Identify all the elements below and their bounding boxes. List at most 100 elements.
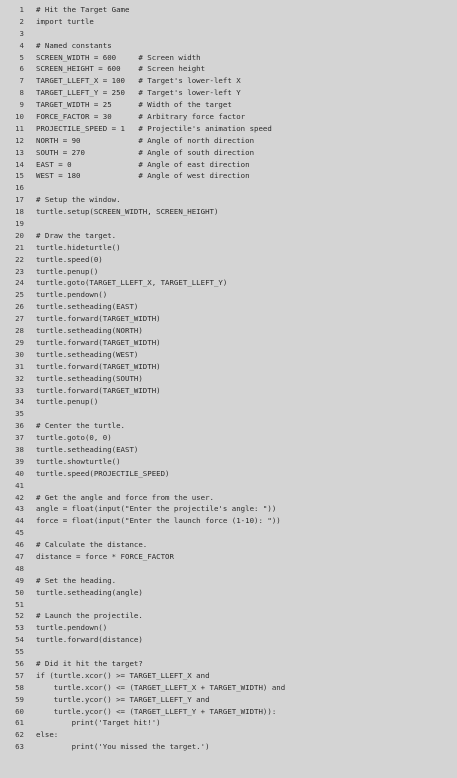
line-number: 62 [15,730,24,740]
code-line: 37 turtle.goto(0, 0) [0,432,457,444]
line-number: 55 [15,647,24,657]
code-line: 50 turtle.setheading(angle) [0,587,457,599]
code-line: 14 EAST = 0 # Angle of east direction [0,159,457,171]
line-number: 20 [15,230,24,240]
line-number: 39 [15,456,24,466]
code-line: 55 [0,646,457,658]
code-line: 30 turtle.setheading(WEST) [0,349,457,361]
code-text: turtle.pendown() [36,290,108,300]
code-text: turtle.setheading(WEST) [36,349,139,359]
line-number: 42 [15,492,24,502]
code-line: 59 turtle.ycor() >= TARGET_LLEFT_Y and [0,694,457,706]
code-line: 8 TARGET_LLEFT_Y = 250 # Target's lower-l… [0,87,457,99]
code-text: TARGET_WIDTH = 25 # Width of the target [36,100,232,110]
code-line: 17 # Setup the window. [0,194,457,206]
code-line: 26 turtle.setheading(EAST) [0,301,457,313]
code-text: turtle.pendown() [36,623,108,633]
code-line: 23 turtle.penup() [0,266,457,278]
code-line: 22 turtle.speed(0) [0,254,457,266]
code-line: 6 SCREEN_HEIGHT = 600 # Screen height [0,63,457,75]
code-text: turtle.penup() [36,266,99,276]
line-number: 3 [19,28,24,38]
line-number: 43 [15,504,24,514]
line-number: 25 [15,290,24,300]
code-text: # Draw the target. [36,230,117,240]
code-line: 34 turtle.penup() [0,396,457,408]
line-number: 33 [15,385,24,395]
line-number: 22 [15,254,24,264]
code-text: # Hit the Target Game [36,5,130,14]
code-line: 38 turtle.setheading(EAST) [0,444,457,456]
code-text: else: [36,730,59,740]
line-number: 31 [15,361,24,371]
line-number: 46 [15,540,24,550]
code-line: 24 turtle.goto(TARGET_LLEFT_X, TARGET_LLE… [0,277,457,289]
line-number: 5 [19,52,24,62]
code-line: 21 turtle.hideturtle() [0,242,457,254]
line-number: 11 [15,123,24,133]
code-line: 19 [0,218,457,230]
code-text: turtle.forward(distance) [36,635,143,645]
code-line: 53 turtle.pendown() [0,622,457,634]
code-text: turtle.setheading(NORTH) [36,326,143,336]
code-text: turtle.setheading(angle) [36,587,143,597]
code-text: turtle.speed(0) [36,254,103,264]
code-line: 42 # Get the angle and force from the use… [0,492,457,504]
code-text: FORCE_FACTOR = 30 # Arbitrary force fact… [36,112,246,122]
line-number: 15 [15,171,24,181]
code-line: 4 # Named constants [0,40,457,52]
code-text: turtle.setup(SCREEN_WIDTH, SCREEN_HEIGHT… [36,207,219,217]
code-text: turtle.forward(TARGET_WIDTH) [36,314,161,324]
line-number: 54 [15,635,24,645]
code-line: 52 # Launch the projectile. [0,610,457,622]
line-number: 41 [15,480,24,490]
code-line: 54 turtle.forward(distance) [0,634,457,646]
code-text: TARGET_LLEFT_Y = 250 # Target's lower-le… [36,88,241,98]
line-number: 12 [15,135,24,145]
code-line: 63 print('You missed the target.') [0,741,457,753]
code-text: SCREEN_HEIGHT = 600 # Screen height [36,64,206,74]
code-line: 10 FORCE_FACTOR = 30 # Arbitrary force fa… [0,111,457,123]
code-text: turtle.ycor() <= (TARGET_LLEFT_Y + TARGE… [36,706,277,716]
code-text: turtle.setheading(SOUTH) [36,373,143,383]
code-line: 3 [0,28,457,40]
code-text: turtle.forward(TARGET_WIDTH) [36,361,161,371]
code-text: if (turtle.xcor() >= TARGET_LLEFT_X and [36,670,210,680]
code-text: turtle.setheading(EAST) [36,302,139,312]
line-number: 23 [15,266,24,276]
code-text: SCREEN_WIDTH = 600 # Screen width [36,52,201,62]
code-line: 36 # Center the turtle. [0,420,457,432]
code-text: print('You missed the target.') [36,742,210,752]
line-number: 49 [15,575,24,585]
code-text: turtle.ycor() >= TARGET_LLEFT_Y and [36,694,210,704]
code-text: turtle.penup() [36,397,99,407]
code-line: 49 # Set the heading. [0,575,457,587]
line-number: 10 [15,112,24,122]
code-line: 39 turtle.showturtle() [0,456,457,468]
code-line: 2 import turtle [0,16,457,28]
line-number: 59 [15,694,24,704]
code-line: 15 WEST = 180 # Angle of west direction [0,170,457,182]
line-number: 16 [15,183,24,193]
line-number: 6 [19,64,24,74]
code-text: turtle.speed(PROJECTILE_SPEED) [36,468,170,478]
code-line: 18 turtle.setup(SCREEN_WIDTH, SCREEN_HEIG… [0,206,457,218]
code-text: # Calculate the distance. [36,540,148,550]
code-text: # Center the turtle. [36,421,125,431]
line-number: 7 [19,76,24,86]
code-text: turtle.forward(TARGET_WIDTH) [36,337,161,347]
line-number: 9 [19,100,24,110]
line-number: 60 [15,706,24,716]
line-number: 29 [15,337,24,347]
code-line: 13 SOUTH = 270 # Angle of south direction [0,147,457,159]
code-text: turtle.goto(TARGET_LLEFT_X, TARGET_LLEFT… [36,278,228,288]
line-number: 24 [15,278,24,288]
